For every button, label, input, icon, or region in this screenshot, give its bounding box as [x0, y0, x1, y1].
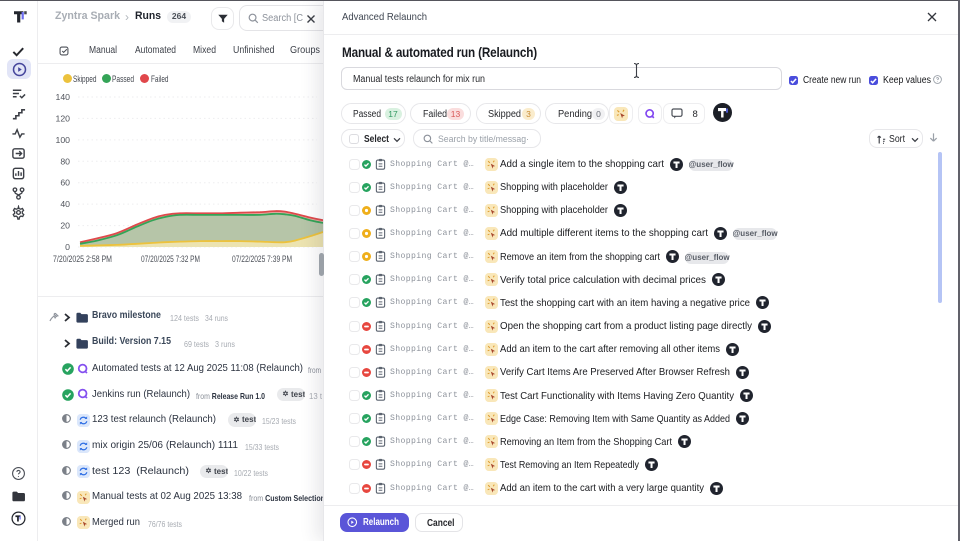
- svg-text:60: 60: [60, 178, 70, 188]
- svg-text:100: 100: [56, 135, 71, 145]
- svg-text:0: 0: [65, 242, 70, 252]
- svg-text:20: 20: [60, 221, 70, 231]
- svg-text:40: 40: [60, 199, 70, 209]
- svg-text:120: 120: [56, 113, 71, 123]
- svg-text:80: 80: [60, 156, 70, 166]
- svg-text:140: 140: [56, 92, 71, 102]
